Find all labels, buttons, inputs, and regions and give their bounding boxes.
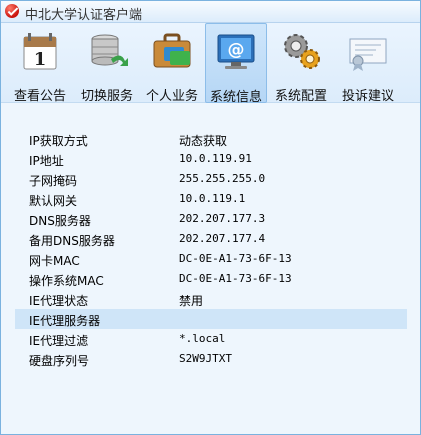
info-label: DNS服务器 [29,214,91,228]
info-value: 255.255.255.0 [179,172,266,185]
svg-text:@: @ [228,40,245,60]
info-value: DC-0E-A1-73-6F-13 [179,272,292,285]
info-label: IP获取方式 [29,134,88,148]
title-bar[interactable]: 中北大学认证客户端 [1,1,420,23]
info-row-subnet-mask: 子网掩码 255.255.255.0 [15,169,407,189]
toolbar-button-personal-business[interactable]: 个人业务 [141,23,203,104]
svg-text:1: 1 [34,49,47,70]
toolbar-label: 系统信息 [209,90,262,105]
info-label: IP地址 [29,154,64,168]
info-label: 默认网关 [29,194,78,208]
gears-icon [284,34,320,69]
info-row-nic-mac: 网卡MAC DC-0E-A1-73-6F-13 [15,249,407,269]
email-monitor-icon: @ [217,34,255,69]
info-value: 202.207.177.3 [179,212,266,225]
toolbar-button-system-config[interactable]: 系统配置 [269,23,333,104]
info-row-ie-proxy-filter: IE代理过滤 *.local [15,329,407,349]
calendar-icon: 1 [23,33,57,70]
info-label: 硬盘序列号 [29,354,90,368]
info-row-alt-dns: 备用DNS服务器 202.207.177.4 [15,229,407,249]
system-info-panel: IP获取方式 动态获取 IP地址 10.0.119.91 子网掩码 255.25… [15,129,407,369]
info-row-ie-proxy-server[interactable]: IE代理服务器 [15,309,407,329]
toolbar-label: 系统配置 [274,89,327,104]
info-label: 操作系统MAC [29,274,104,288]
toolbar-button-switch-service[interactable]: 切换服务 [75,23,139,104]
info-row-ip-mode: IP获取方式 动态获取 [15,129,407,149]
server-switch-icon [91,34,128,66]
toolbar-label: 个人业务 [145,89,198,104]
info-row-dns: DNS服务器 202.207.177.3 [15,209,407,229]
toolbar-label: 投诉建议 [341,89,394,104]
app-window: 中北大学认证客户端 1 查看公告 切换服务 个人业务 @ 系统信息 系统配置 投… [0,0,421,435]
app-logo-icon [5,4,19,18]
certificate-icon [349,38,387,71]
info-row-ip-address: IP地址 10.0.119.91 [15,149,407,169]
info-label: 网卡MAC [29,254,80,268]
info-value: 禁用 [179,294,204,308]
info-label: 子网掩码 [29,174,78,188]
info-row-default-gateway: 默认网关 10.0.119.1 [15,189,407,209]
toolbar: 1 查看公告 切换服务 个人业务 @ 系统信息 系统配置 投诉建议 [1,23,420,105]
info-row-ie-proxy-status: IE代理状态 禁用 [15,289,407,309]
info-label: IE代理状态 [29,294,89,308]
info-value: S2W9JTXT [179,352,232,365]
info-value: 10.0.119.91 [179,152,252,165]
info-label: 备用DNS服务器 [29,234,115,248]
toolbar-label: 切换服务 [80,89,133,104]
info-value: 动态获取 [179,134,228,148]
toolbar-button-system-info[interactable]: @ 系统信息 [205,23,267,105]
info-label: IE代理服务器 [29,314,101,328]
toolbar-button-feedback[interactable]: 投诉建议 [335,23,401,104]
info-value: 202.207.177.4 [179,232,266,245]
toolbar-label: 查看公告 [13,89,66,104]
info-row-disk-serial: 硬盘序列号 S2W9JTXT [15,349,407,369]
info-row-os-mac: 操作系统MAC DC-0E-A1-73-6F-13 [15,269,407,289]
info-label: IE代理过滤 [29,334,89,348]
info-value: DC-0E-A1-73-6F-13 [179,252,292,265]
briefcase-icon [153,33,191,68]
info-value: *.local [179,332,226,345]
window-title: 中北大学认证客户端 [25,8,143,23]
toolbar-button-announcements[interactable]: 1 查看公告 [7,23,73,104]
info-value: 10.0.119.1 [179,192,246,205]
